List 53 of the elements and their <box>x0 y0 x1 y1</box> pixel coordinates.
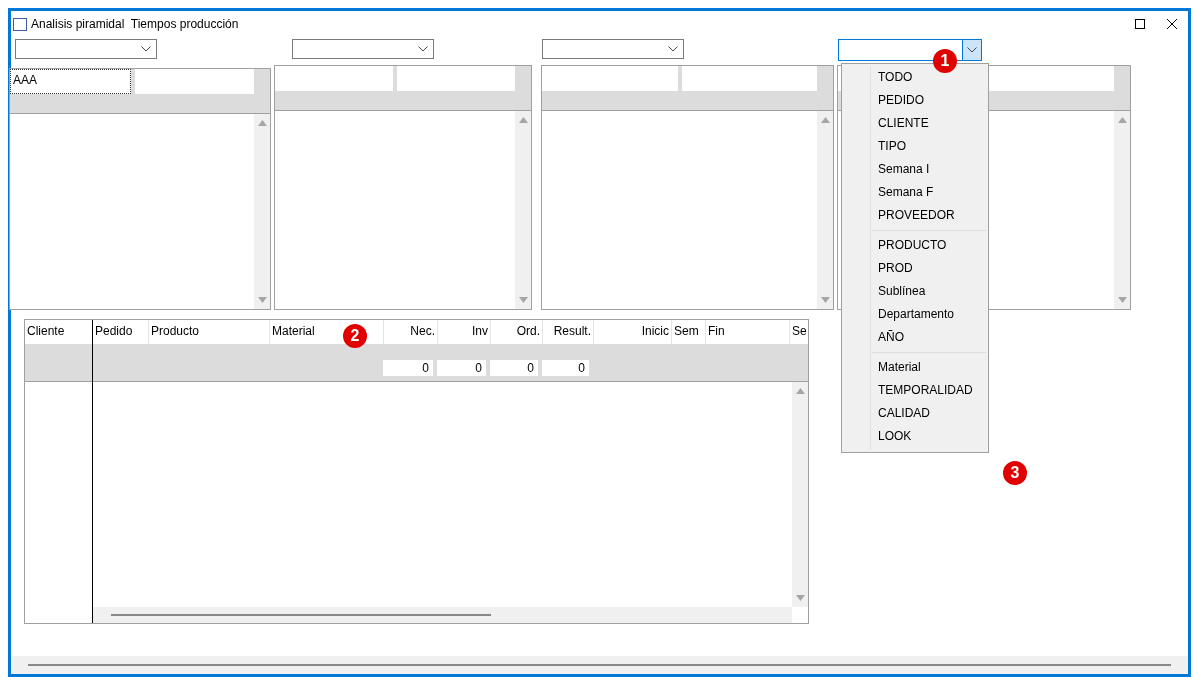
total-cell: 0 <box>490 360 538 376</box>
total-cell: 0 <box>437 360 486 376</box>
header-cell[interactable] <box>135 69 254 94</box>
menu-item[interactable]: TIPO <box>842 135 988 158</box>
header-cell[interactable] <box>542 66 678 91</box>
header-cell[interactable] <box>681 66 817 91</box>
menu-item[interactable]: Sublínea <box>842 280 988 303</box>
chevron-down-icon <box>668 46 678 52</box>
menu-item[interactable]: CLIENTE <box>842 112 988 135</box>
chevron-down-icon <box>141 46 151 52</box>
scroll-up-icon[interactable] <box>795 388 805 394</box>
menu-item[interactable]: Semana I <box>842 158 988 181</box>
menu-item[interactable]: LOOK <box>842 425 988 448</box>
menu-item[interactable]: Departamento <box>842 303 988 326</box>
scroll-down-icon[interactable] <box>1117 297 1127 303</box>
window-title: Analisis piramidal Tiempos producción <box>31 17 240 31</box>
menu-item[interactable]: PRODUCTO <box>842 234 988 257</box>
close-icon <box>1167 19 1177 29</box>
menu-item[interactable]: AÑO <box>842 326 988 349</box>
dropdown-field[interactable] <box>292 39 434 59</box>
menu-item[interactable]: Semana F <box>842 181 988 204</box>
vertical-scrollbar[interactable] <box>1114 111 1130 309</box>
header-cell[interactable]: AAA <box>10 69 131 94</box>
scroll-down-icon[interactable] <box>820 297 830 303</box>
scroll-up-icon[interactable] <box>257 120 267 126</box>
total-cell: 0 <box>542 360 589 376</box>
scroll-up-icon[interactable] <box>1117 117 1127 123</box>
chevron-down-icon <box>418 46 428 52</box>
chevron-down-icon <box>967 47 977 53</box>
menu-item[interactable]: TEMPORALIDAD <box>842 379 988 402</box>
menu-item[interactable]: PEDIDO <box>842 89 988 112</box>
total-cell: 0 <box>383 360 433 376</box>
window-icon <box>13 17 27 31</box>
menu-item[interactable]: PROD <box>842 257 988 280</box>
header-cell[interactable] <box>275 66 393 91</box>
scroll-up-icon[interactable] <box>518 117 528 123</box>
header-cell[interactable] <box>397 66 515 91</box>
vertical-scrollbar[interactable] <box>817 111 833 309</box>
scroll-down-icon[interactable] <box>518 297 528 303</box>
scroll-down-icon[interactable] <box>795 595 805 601</box>
horizontal-scrollbar[interactable] <box>11 656 1188 674</box>
maximize-icon <box>1135 19 1145 29</box>
scroll-down-icon[interactable] <box>257 297 267 303</box>
dropdown-field[interactable] <box>15 39 157 59</box>
scroll-up-icon[interactable] <box>820 117 830 123</box>
horizontal-scrollbar[interactable] <box>93 607 792 623</box>
menu-item[interactable]: CALIDAD <box>842 402 988 425</box>
menu-item[interactable]: Material <box>842 356 988 379</box>
vertical-scrollbar[interactable] <box>254 114 270 309</box>
vertical-scrollbar[interactable] <box>515 111 531 309</box>
vertical-scrollbar[interactable] <box>792 382 808 607</box>
menu-item[interactable]: PROVEEDOR <box>842 204 988 227</box>
dropdown-field[interactable] <box>542 39 684 59</box>
